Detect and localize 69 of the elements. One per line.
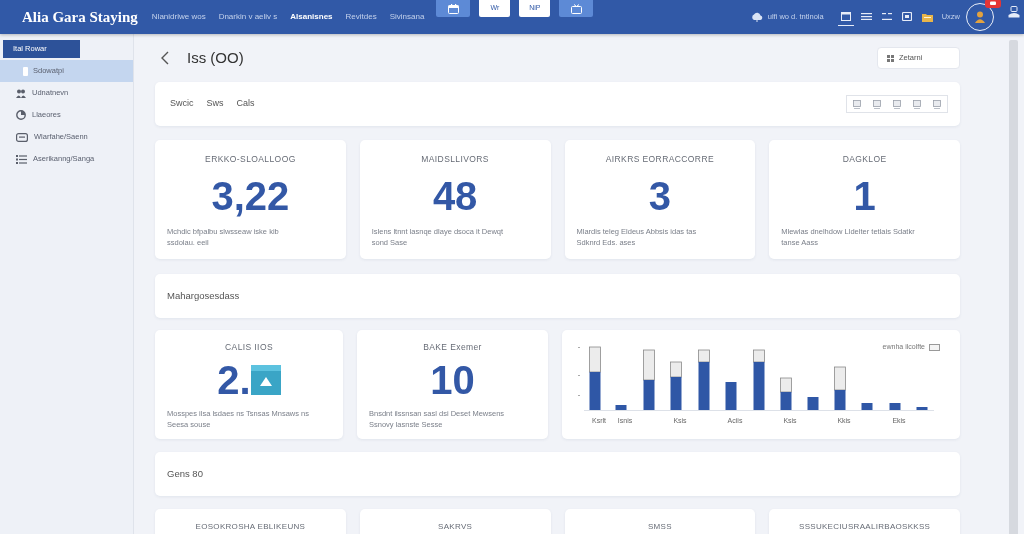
table-icon — [873, 99, 881, 109]
chart-bar — [861, 403, 873, 410]
table-icon — [933, 99, 941, 109]
view-button[interactable] — [559, 0, 594, 17]
nav-link[interactable]: Alsanisnes — [290, 11, 333, 23]
chart-bar — [916, 407, 928, 410]
scrollbar-thumb[interactable] — [1009, 40, 1018, 534]
chart-bar — [615, 405, 627, 410]
folder-icon — [921, 11, 933, 22]
chart-bar — [753, 349, 765, 410]
chart-bar — [670, 361, 682, 410]
monitor-icon — [570, 3, 582, 14]
card-title: SMSS — [647, 521, 672, 533]
card-title: AIRKRS EORRACCORRE — [605, 153, 714, 166]
legend-swatch-icon — [929, 343, 940, 351]
chart-bar — [589, 346, 601, 410]
nav-link[interactable]: Nlanidrlwe wos — [151, 11, 206, 23]
nav-link[interactable]: Revitdes — [345, 11, 377, 23]
page-icon — [23, 66, 28, 76]
list-icon — [881, 13, 892, 20]
tab[interactable]: Sws — [206, 96, 224, 112]
user-icon — [975, 11, 985, 23]
grid-icon — [887, 54, 894, 62]
table-icon — [893, 99, 901, 109]
calendar-icon — [447, 3, 459, 14]
stat-value: 2. — [217, 359, 251, 400]
card-title: SSSUKECIUSRAALIRBAOSKKSS — [799, 521, 931, 533]
section-title: Mahargosesdass — [167, 288, 240, 303]
chart-bar — [725, 382, 737, 410]
stat-value: 3 — [648, 175, 671, 216]
card-icon — [16, 132, 28, 142]
view-button[interactable] — [436, 0, 471, 17]
card-title: EOSOKROSHA EBLIKEUNS — [195, 521, 306, 533]
list-icon — [16, 154, 27, 164]
page-title: Iss (OO) — [187, 47, 244, 68]
nav-link[interactable]: Sivinsana — [389, 11, 425, 23]
image-icon — [250, 364, 281, 395]
tab[interactable]: Swcic — [170, 96, 194, 112]
chart-bar — [780, 377, 792, 410]
chevron-left-icon — [161, 51, 169, 65]
chart-bar — [698, 349, 710, 410]
tab[interactable]: Cals — [236, 96, 255, 112]
card-title: ERKKO-SLOALLOOG — [205, 153, 296, 166]
card-title: CALIS IIOS — [225, 341, 273, 354]
chart-bar — [643, 349, 655, 410]
table-icon — [853, 99, 861, 109]
stat-value: 10 — [430, 359, 475, 400]
cloud-icon — [750, 12, 763, 22]
section-title: Gens 80 — [167, 466, 203, 481]
card-title: SAKRVS — [438, 521, 473, 533]
table-icon — [913, 99, 921, 109]
pie-chart-icon — [16, 110, 26, 120]
chart-bar — [807, 397, 819, 410]
card-title: DAGKLOE — [842, 153, 887, 166]
card-title: BAKE Exemer — [423, 341, 482, 354]
stat-value: 3,22 — [211, 175, 290, 216]
chart-bar — [889, 403, 901, 410]
chart-bar — [834, 366, 846, 410]
window-icon — [840, 12, 851, 21]
card-title: MAIDSLLIVORS — [421, 153, 489, 166]
notification-badge-icon — [985, 0, 1001, 8]
nav-link[interactable]: Dnarkin v aeliv s — [218, 11, 278, 23]
user-icon — [1008, 6, 1020, 18]
frame-icon — [901, 12, 912, 21]
users-icon — [16, 88, 26, 98]
app-logo: Alia Gara Staying — [22, 7, 138, 27]
lines-icon — [860, 13, 872, 20]
stat-value: 1 — [853, 175, 876, 216]
stat-value: 48 — [432, 175, 478, 216]
